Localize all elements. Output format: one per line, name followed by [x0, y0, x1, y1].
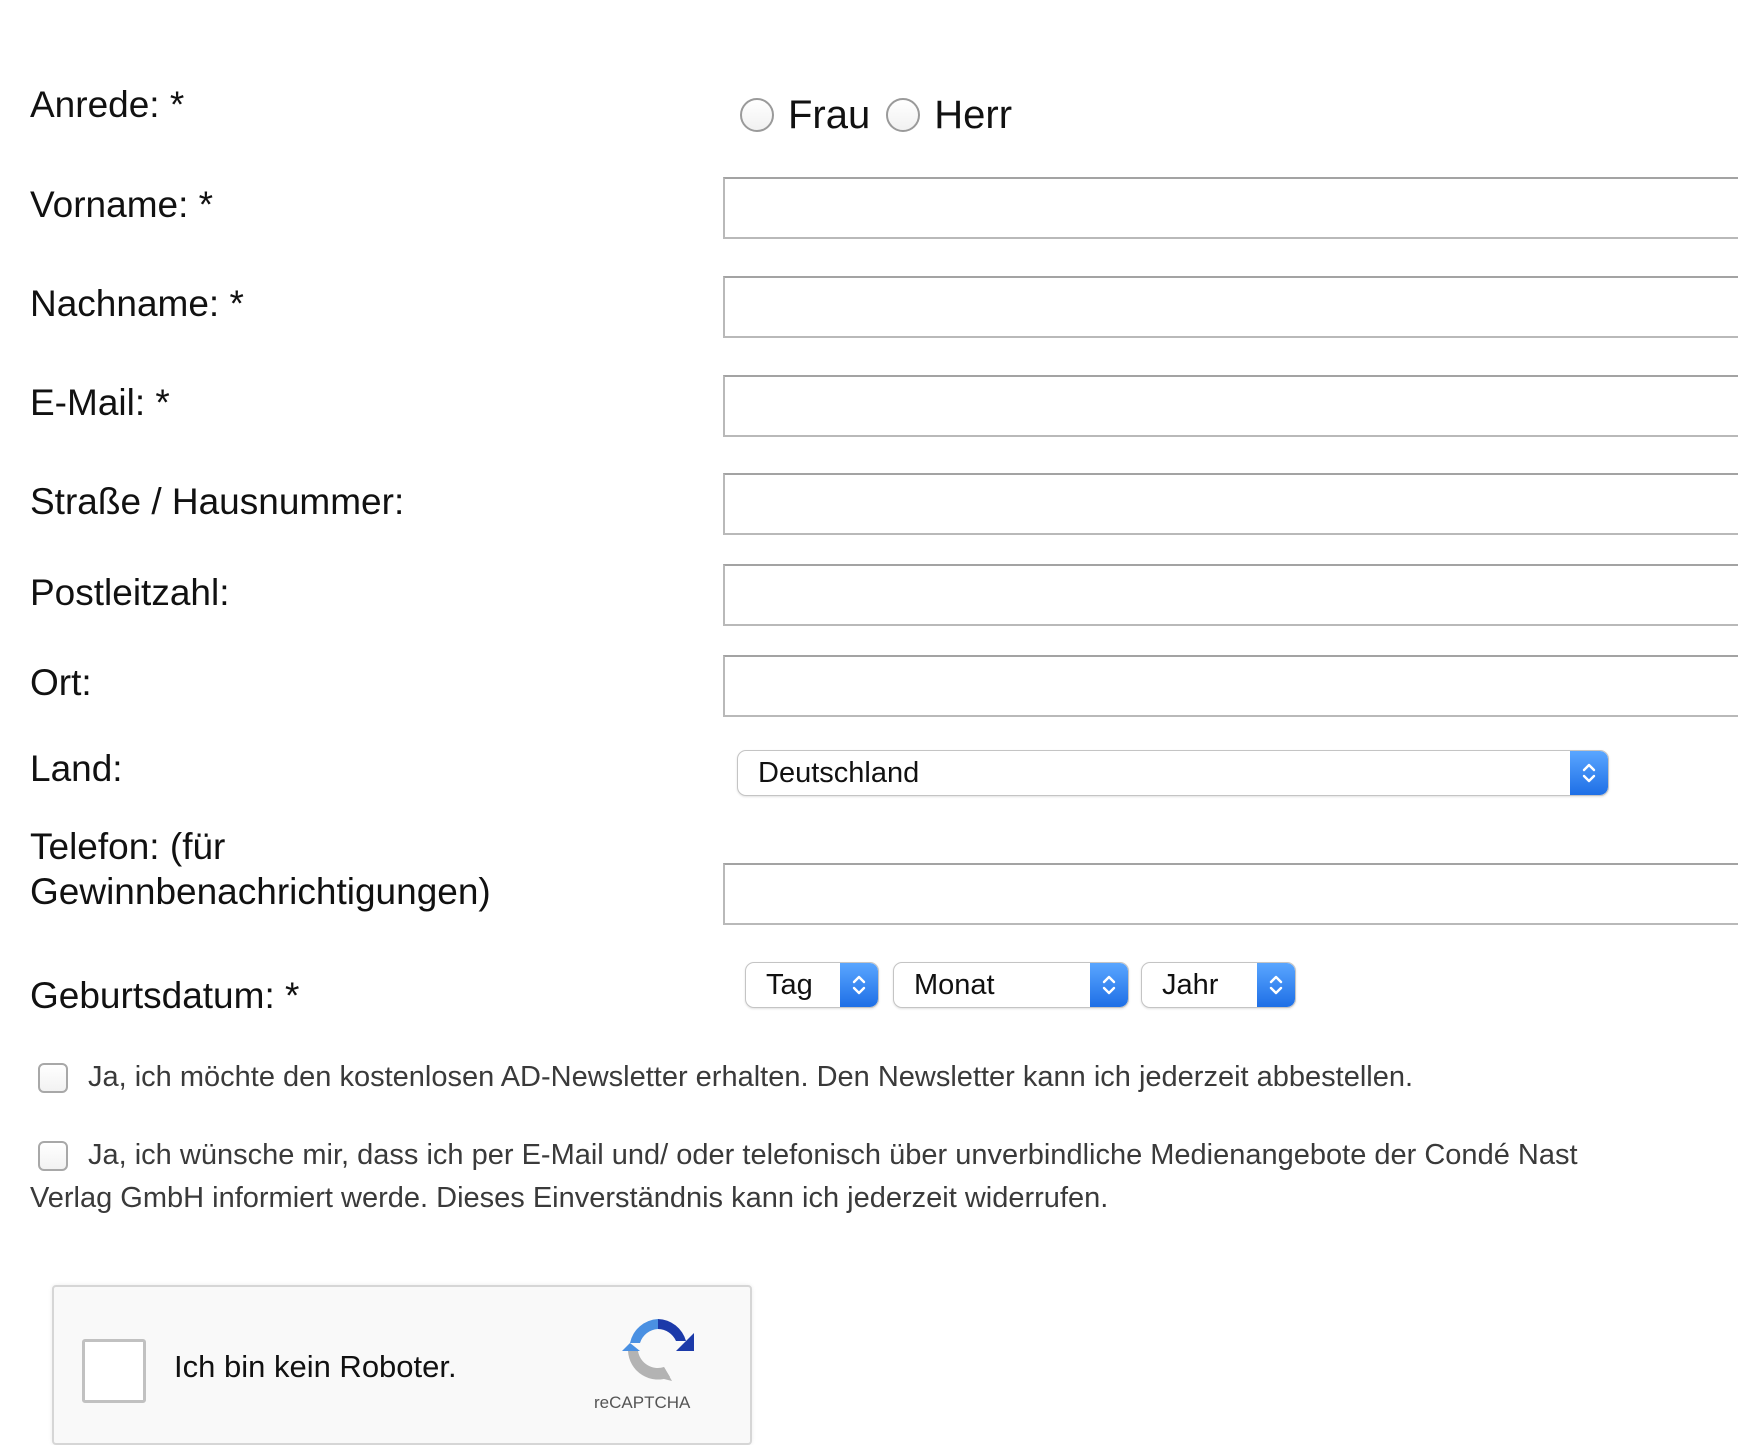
first-name-label: Vorname: *: [30, 184, 214, 225]
salutation-label: Anrede: *: [30, 84, 185, 125]
last-name-input[interactable]: [723, 276, 1738, 338]
city-input[interactable]: [723, 655, 1738, 717]
country-select[interactable]: Deutschland: [737, 750, 1609, 796]
phone-input[interactable]: [723, 863, 1738, 925]
radio-frau[interactable]: [740, 98, 774, 132]
select-arrows-icon: [1257, 963, 1295, 1007]
last-name-label: Nachname: *: [30, 283, 244, 324]
postal-code-input[interactable]: [723, 564, 1738, 626]
birth-day-value: Tag: [766, 968, 813, 1001]
recaptcha-widget: Ich bin kein Roboter. reCAPTCHA: [52, 1285, 752, 1445]
birth-year-value: Jahr: [1162, 968, 1219, 1001]
country-label: Land:: [30, 748, 123, 789]
first-name-input[interactable]: [723, 177, 1738, 239]
select-arrows-icon: [840, 963, 878, 1007]
recaptcha-logo-icon: [620, 1311, 696, 1387]
recaptcha-checkbox[interactable]: [82, 1339, 146, 1403]
media-offers-checkbox[interactable]: [38, 1141, 68, 1171]
birth-day-select[interactable]: Tag: [745, 962, 879, 1008]
phone-label-line1: Telefon: (für: [30, 826, 226, 867]
radio-herr-label[interactable]: Herr: [934, 92, 1012, 138]
email-input[interactable]: [723, 375, 1738, 437]
birth-month-value: Monat: [914, 968, 995, 1001]
recaptcha-brand: reCAPTCHA: [594, 1393, 691, 1412]
newsletter-checkbox[interactable]: [38, 1063, 68, 1093]
salutation-radio-group: Frau Herr: [740, 92, 1028, 138]
birth-month-select[interactable]: Monat: [893, 962, 1129, 1008]
select-arrows-icon: [1090, 963, 1128, 1007]
birth-year-select[interactable]: Jahr: [1141, 962, 1296, 1008]
newsletter-text: Ja, ich möchte den kostenlosen AD-Newsle…: [88, 1061, 1414, 1093]
select-arrows-icon: [1570, 751, 1608, 795]
email-label: E-Mail: *: [30, 382, 170, 423]
postal-code-label: Postleitzahl:: [30, 572, 230, 613]
street-label: Straße / Hausnummer:: [30, 481, 405, 522]
radio-herr[interactable]: [886, 98, 921, 132]
phone-label-line2: Gewinnbenachrichtigungen): [30, 871, 491, 912]
city-label: Ort:: [30, 662, 92, 703]
country-select-value: Deutschland: [758, 756, 920, 789]
media-offers-text-line2: Verlag GmbH informiert werde. Dieses Ein…: [30, 1182, 1109, 1214]
street-input[interactable]: [723, 473, 1738, 535]
radio-frau-label[interactable]: Frau: [788, 92, 870, 138]
media-offers-text-line1: Ja, ich wünsche mir, dass ich per E-Mail…: [88, 1139, 1578, 1171]
recaptcha-label: Ich bin kein Roboter.: [174, 1349, 457, 1384]
birthdate-label: Geburtsdatum: *: [30, 975, 300, 1016]
